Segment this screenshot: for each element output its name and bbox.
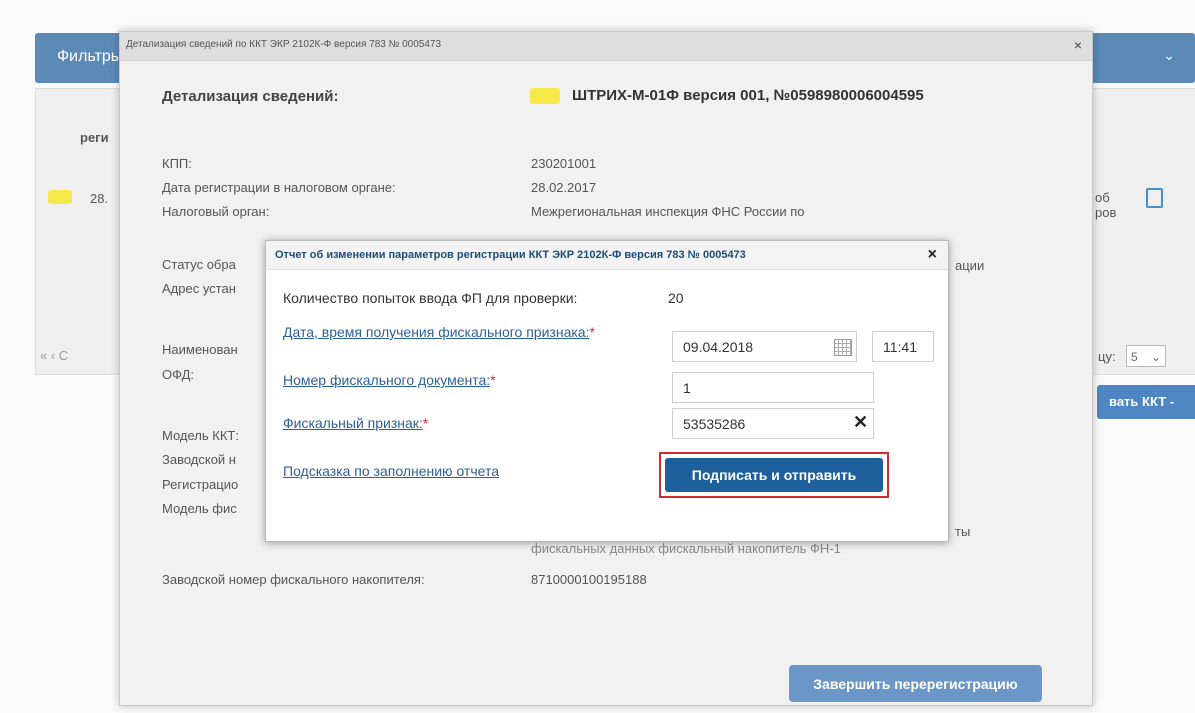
attempts-label: Количество попыток ввода ФП для проверки…	[283, 290, 578, 306]
fp-datetime-link[interactable]: Дата, время получения фискального призна…	[283, 324, 589, 340]
serial-number-label: Заводской н	[162, 452, 236, 467]
fn-serial-label: Заводской номер фискального накопителя:	[162, 572, 425, 587]
fn-model-value-fragment: ты	[955, 524, 971, 539]
per-page-value: 5	[1131, 350, 1138, 364]
required-mark: *	[422, 415, 429, 431]
finish-reregistration-button[interactable]: Завершить перерегистрацию	[789, 665, 1042, 702]
calendar-icon[interactable]	[834, 339, 852, 356]
per-page-label: цу:	[1098, 349, 1116, 364]
filter-label: Фильтры	[57, 48, 123, 65]
close-icon[interactable]: ×	[928, 246, 937, 264]
install-address-label: Адрес устан	[162, 281, 236, 296]
chevron-down-icon[interactable]: ⌄	[1163, 47, 1175, 64]
fn-model-value-line2: фискальных данных фискальный накопитель …	[531, 541, 841, 556]
per-page-select[interactable]: 5 ⌄	[1126, 345, 1166, 367]
details-value: ШТРИХ-М-01Ф версия 001, №059898000600459…	[572, 87, 924, 104]
status-value-fragment: ации	[955, 258, 985, 273]
close-icon[interactable]: ×	[1074, 37, 1082, 53]
row-text-fragment: об	[1095, 190, 1110, 205]
report-modal: Отчет об изменении параметров регистраци…	[265, 240, 949, 542]
fill-hint-link[interactable]: Подсказка по заполнению отчета	[283, 463, 499, 479]
reg-date-label: Дата регистрации в налоговом органе:	[162, 180, 396, 195]
fp-date-value: 09.04.2018	[683, 339, 754, 355]
fn-serial-value: 8710000100195188	[531, 572, 647, 587]
sign-and-send-button[interactable]: Подписать и отправить	[665, 458, 883, 492]
copy-icon[interactable]	[1146, 188, 1163, 208]
ofd-label: ОФД:	[162, 367, 194, 382]
report-modal-header: Отчет об изменении параметров регистраци…	[266, 241, 948, 270]
row-text-fragment-2: ров	[1095, 205, 1117, 220]
table-header-fragment: реги	[80, 130, 109, 145]
pager[interactable]: « ‹ С	[40, 348, 68, 363]
tax-authority-value: Межрегиональная инспекция ФНС России по	[531, 204, 805, 219]
reg-date-value: 28.02.2017	[531, 180, 597, 195]
required-mark: *	[490, 372, 496, 388]
clear-icon[interactable]: ✕	[853, 412, 868, 433]
details-modal-header: Детализация сведений по ККТ ЭКР 2102К-Ф …	[120, 32, 1092, 61]
registration-number-label: Регистрацио	[162, 477, 239, 492]
status-label: Статус обра	[162, 257, 236, 272]
fiscal-sign-input[interactable]: 53535286	[672, 408, 874, 439]
status-marker	[48, 190, 72, 204]
details-modal-title: Детализация сведений по ККТ ЭКР 2102К-Ф …	[126, 39, 442, 50]
fiscal-sign-value: 53535286	[683, 416, 746, 432]
fp-time-value: 11:41	[883, 339, 917, 355]
register-kkt-button[interactable]: вать ККТ -	[1097, 385, 1195, 419]
kkt-model-label: Модель ККТ:	[162, 428, 239, 443]
kpp-value: 230201001	[531, 156, 597, 171]
status-marker	[530, 88, 560, 104]
fn-model-label: Модель фис	[162, 501, 237, 516]
fd-number-value: 1	[683, 380, 691, 396]
name-label: Наименован	[162, 342, 238, 357]
required-mark: *	[589, 324, 595, 340]
fiscal-sign-link[interactable]: Фискальный признак:	[283, 415, 423, 431]
attempts-value: 20	[668, 290, 684, 306]
fd-number-link[interactable]: Номер фискального документа:	[283, 372, 490, 388]
tax-authority-label: Налоговый орган:	[162, 204, 270, 219]
fp-date-input[interactable]: 09.04.2018	[672, 331, 857, 362]
details-label: Детализация сведений:	[162, 88, 339, 105]
kpp-label: КПП:	[162, 156, 192, 171]
fd-number-input[interactable]: 1	[672, 372, 874, 403]
fp-time-input[interactable]: 11:41	[872, 331, 934, 362]
chevron-down-icon: ⌄	[1150, 350, 1161, 364]
highlight-frame: Подписать и отправить	[659, 452, 889, 498]
row-date-fragment: 28.	[90, 191, 109, 206]
report-modal-title: Отчет об изменении параметров регистраци…	[275, 249, 746, 261]
